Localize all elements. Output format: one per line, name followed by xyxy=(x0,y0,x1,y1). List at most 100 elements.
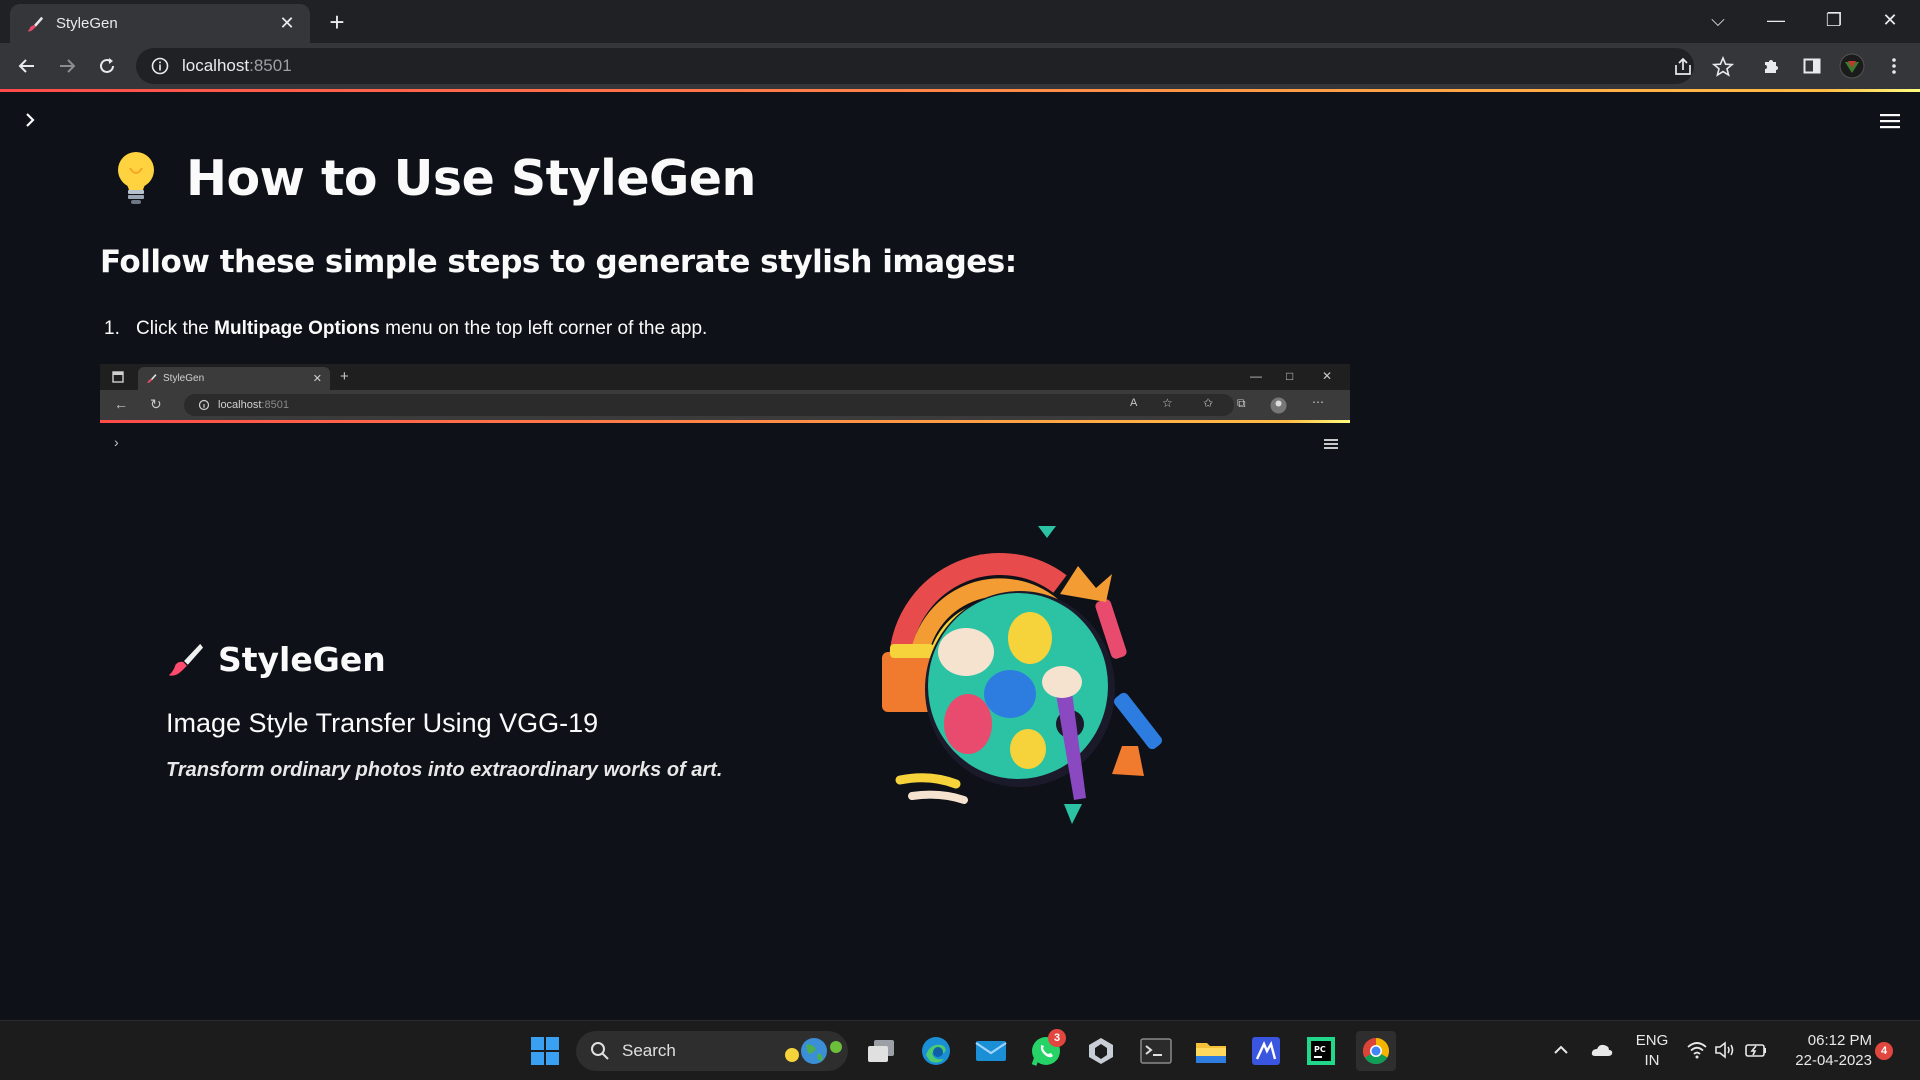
back-button[interactable] xyxy=(11,50,43,82)
plus-icon: + xyxy=(340,368,349,385)
language-code: ENG xyxy=(1635,1032,1669,1049)
reload-icon xyxy=(100,58,114,73)
close-icon: ✕ xyxy=(312,373,322,385)
section-subtitle: Follow these simple steps to generate st… xyxy=(100,244,1017,280)
chrome-taskbar-button[interactable] xyxy=(1356,1031,1396,1071)
avatar xyxy=(1270,397,1287,414)
profile-button[interactable] xyxy=(1836,50,1868,82)
minimize-button[interactable]: — xyxy=(1748,4,1804,36)
instruction-screenshot: StyleGen ✕ + — □ ✕ ← ↻ localhost:8501 A … xyxy=(100,364,1350,914)
hamburger-menu-icon[interactable] xyxy=(1878,110,1902,132)
address-bar[interactable]: localhost:8501 xyxy=(136,48,1734,84)
browser-toolbar: localhost:8501 xyxy=(0,43,1920,89)
browser-tab[interactable]: StyleGen ✕ xyxy=(10,4,310,43)
task-view-button[interactable] xyxy=(861,1031,901,1071)
tab-search-icon[interactable]: ⌵ xyxy=(1690,4,1746,36)
pycharm-taskbar-button[interactable]: PC xyxy=(1301,1031,1341,1071)
wifi-icon[interactable] xyxy=(1686,1041,1708,1059)
taskbar: Search 3 PC ENG IN 06:12 PM 22-04-2023 4 xyxy=(0,1020,1920,1080)
extensions-button[interactable] xyxy=(1756,50,1788,82)
unity-hub-taskbar-button[interactable] xyxy=(1081,1031,1121,1071)
hero-tagline: Image Style Transfer Using VGG-19 xyxy=(166,708,599,738)
pycharm-icon: PC xyxy=(1307,1037,1335,1065)
onedrive-cloud-icon[interactable] xyxy=(1590,1041,1614,1059)
arrow-right-icon xyxy=(60,59,76,73)
side-panel-button[interactable] xyxy=(1796,50,1828,82)
avatar xyxy=(1839,53,1865,79)
info-icon xyxy=(198,399,210,411)
forward-button[interactable] xyxy=(51,50,83,82)
ms-code-icon xyxy=(1252,1037,1280,1065)
restore-icon: □ xyxy=(1286,369,1294,383)
paintbrush-icon xyxy=(147,374,157,384)
taskbar-search[interactable]: Search xyxy=(576,1031,848,1071)
close-window-button[interactable]: ✕ xyxy=(1862,4,1918,36)
region-code: IN xyxy=(1644,1052,1660,1069)
read-aloud-icon: A xyxy=(1130,397,1138,409)
screenshot-toolbar: ← ↻ localhost:8501 A ☆ ✩ ⧉ ⋯ xyxy=(100,390,1350,420)
clock-time: 06:12 PM xyxy=(1807,1032,1872,1049)
svg-text:PC: PC xyxy=(1314,1045,1326,1054)
hero-title: StyleGen xyxy=(218,640,386,679)
hero-brand: StyleGen xyxy=(166,640,386,679)
folder-icon xyxy=(1196,1043,1226,1063)
start-button[interactable] xyxy=(525,1031,565,1071)
system-clock[interactable]: 06:12 PM 22-04-2023 xyxy=(1780,1031,1872,1071)
restore-button[interactable]: ❐ xyxy=(1806,4,1862,36)
screenshot-decoration-bar xyxy=(100,420,1350,423)
page-title: How to Use StyleGen xyxy=(110,148,756,208)
paintbrush-icon xyxy=(27,16,44,31)
bookmark-star-icon[interactable] xyxy=(1712,56,1734,78)
screenshot-tab: StyleGen ✕ xyxy=(138,367,330,390)
file-explorer-taskbar-button[interactable] xyxy=(1191,1031,1231,1071)
kebab-menu-icon xyxy=(1892,58,1896,74)
sidebar-expand-chevron-icon[interactable] xyxy=(18,108,42,132)
tab-actions-icon xyxy=(112,371,124,383)
mail-taskbar-button[interactable] xyxy=(971,1031,1011,1071)
step-text-suffix: menu on the top left corner of the app. xyxy=(379,318,708,339)
notification-badge[interactable]: 4 xyxy=(1875,1042,1893,1060)
new-tab-button[interactable]: + xyxy=(322,8,352,38)
search-icon xyxy=(591,1042,609,1060)
language-indicator[interactable]: ENG IN xyxy=(1632,1031,1672,1071)
url-port: :8501 xyxy=(249,56,292,75)
screenshot-tab-strip: StyleGen ✕ + — □ ✕ xyxy=(100,364,1350,390)
volume-icon[interactable] xyxy=(1714,1041,1736,1059)
browser-menu-button[interactable] xyxy=(1878,50,1910,82)
battery-icon[interactable] xyxy=(1744,1041,1768,1059)
terminal-taskbar-button[interactable] xyxy=(1136,1031,1176,1071)
share-icon[interactable] xyxy=(1672,56,1694,78)
screenshot-url-host: localhost xyxy=(218,399,262,411)
url-host: localhost xyxy=(182,56,250,75)
arrow-left-icon xyxy=(18,59,34,73)
screenshot-tab-title: StyleGen xyxy=(163,373,205,384)
earth-day-icon xyxy=(785,1038,842,1064)
ellipsis-icon: ⋯ xyxy=(1312,395,1324,409)
terminal-icon xyxy=(1140,1038,1172,1064)
chrome-icon xyxy=(1362,1037,1390,1065)
reload-button[interactable] xyxy=(91,50,123,82)
hamburger-menu-icon xyxy=(1324,439,1338,449)
mail-icon xyxy=(975,1041,1007,1061)
app-main: How to Use StyleGen Follow these simple … xyxy=(0,92,1920,1020)
reload-icon: ↻ xyxy=(150,396,162,412)
browser-tab-strip: StyleGen ✕ + ⌵ — ❐ ✕ xyxy=(0,0,1920,43)
paintbrush-icon xyxy=(168,643,204,676)
collections-icon: ⧉ xyxy=(1237,396,1246,410)
close-tab-icon[interactable]: ✕ xyxy=(276,13,298,34)
step-text-bold: Multipage Options xyxy=(214,318,380,339)
windows-logo-icon xyxy=(531,1037,559,1065)
visual-studio-taskbar-button[interactable] xyxy=(1246,1031,1286,1071)
star-icon: ☆ xyxy=(1162,396,1173,410)
edge-icon xyxy=(922,1037,950,1065)
edge-taskbar-button[interactable] xyxy=(916,1031,956,1071)
chevron-up-icon[interactable] xyxy=(1552,1041,1570,1059)
unity-icon xyxy=(1089,1038,1113,1064)
screenshot-url-port: :8501 xyxy=(261,399,289,411)
search-label: Search xyxy=(622,1041,676,1060)
palette-illustration xyxy=(882,526,1162,824)
lightbulb-icon xyxy=(118,152,154,204)
close-icon: ✕ xyxy=(1322,369,1333,383)
favorites-icon: ✩ xyxy=(1203,396,1214,410)
arrow-left-icon: ← xyxy=(114,396,128,412)
